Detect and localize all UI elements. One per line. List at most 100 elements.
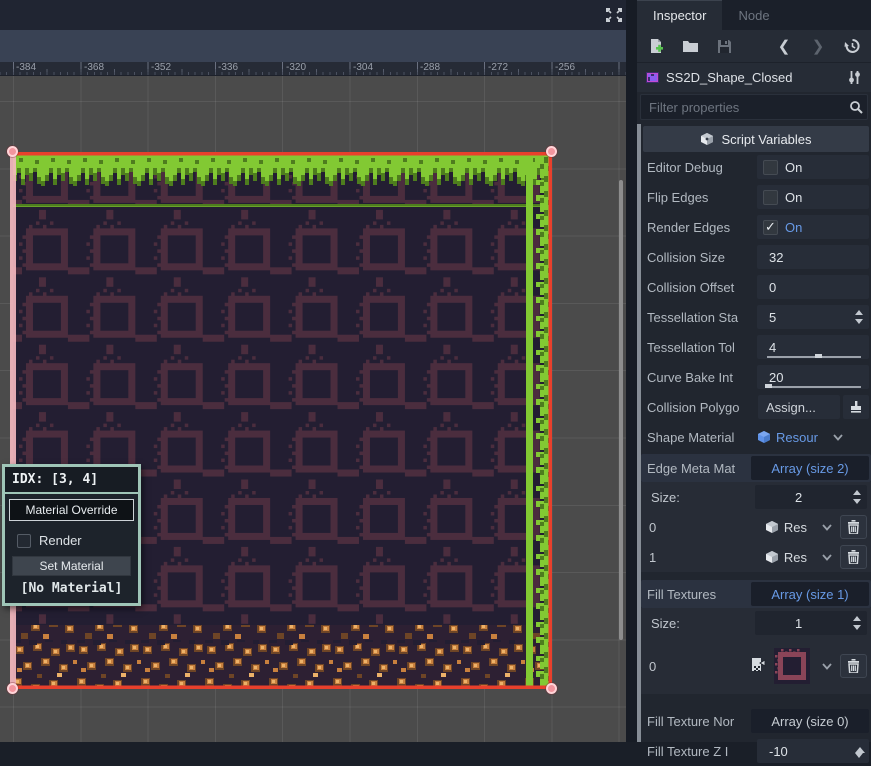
property-collision-polygon: Collision Polygo Assign... xyxy=(641,392,871,422)
chevron-down-icon[interactable] xyxy=(822,524,832,531)
ruler-tick-label: -368 xyxy=(84,62,104,73)
render-checkbox[interactable] xyxy=(17,534,31,548)
resource-cube-icon xyxy=(757,430,771,444)
property-fill-textures: Fill Textures Array (size 1) xyxy=(641,580,871,608)
shape-left-edge-line[interactable] xyxy=(10,152,16,689)
edge-meta-item-0: 0 Res xyxy=(641,512,871,542)
resource-cube-icon xyxy=(765,520,779,534)
viewport-vertical-scrollbar[interactable] xyxy=(619,180,623,640)
editor-debug-checkbox[interactable] xyxy=(763,160,778,175)
save-icon[interactable] xyxy=(715,37,733,55)
assign-button[interactable]: Assign... xyxy=(758,395,840,419)
edge-material-popup: IDX: [3, 4] Material Override Render Set… xyxy=(2,464,141,606)
tessellation-tolerance-field[interactable]: 4 xyxy=(757,335,869,359)
search-icon xyxy=(849,100,863,117)
property-fill-texture-normals: Fill Texture Nor Array (size 0) xyxy=(641,706,871,736)
viewport-canvas[interactable]: IDX: [3, 4] Material Override Render Set… xyxy=(0,76,626,742)
material-override-button[interactable]: Material Override xyxy=(9,499,134,521)
section-title: Script Variables xyxy=(721,132,811,147)
spinner-icon[interactable] xyxy=(852,615,862,631)
assign-node-picker-icon[interactable] xyxy=(843,395,869,419)
ruler-tick-label: -256 xyxy=(555,62,575,73)
slider-grabber[interactable] xyxy=(765,384,772,388)
ruler-tick-label: -352 xyxy=(151,62,171,73)
slider-track[interactable] xyxy=(767,386,861,388)
object-name: SS2D_Shape_Closed xyxy=(666,70,839,85)
render-edges-checkbox[interactable] xyxy=(763,220,778,235)
edit-image-icon[interactable] xyxy=(751,657,766,675)
load-folder-icon[interactable] xyxy=(681,37,699,55)
inspector-scrollbar[interactable] xyxy=(637,124,641,742)
edge-meta-item-1-resource[interactable]: Res xyxy=(765,550,832,565)
flip-edges-checkbox[interactable] xyxy=(763,190,778,205)
fill-texture-normals-array-button[interactable]: Array (size 0) xyxy=(751,709,869,733)
fill-textures-size-field[interactable]: 1 xyxy=(755,611,867,635)
ruler-tick-label: -320 xyxy=(286,62,306,73)
slider-track[interactable] xyxy=(767,356,861,358)
properties-list: Script Variables Editor Debug On Flip Ed… xyxy=(641,122,871,742)
tessellation-stages-field[interactable]: 5 xyxy=(757,305,869,329)
trash-icon xyxy=(847,659,860,673)
ruler-tick-label: -288 xyxy=(420,62,440,73)
spinner-up-icon[interactable] xyxy=(854,743,864,759)
chevron-down-icon[interactable] xyxy=(833,434,843,441)
slider-grabber[interactable] xyxy=(815,354,822,358)
fill-texture-preview[interactable] xyxy=(774,648,810,684)
expand-fullscreen-icon[interactable] xyxy=(605,7,623,23)
node-type-icon xyxy=(645,69,660,87)
section-script-variables[interactable]: Script Variables xyxy=(643,126,869,152)
tab-inspector[interactable]: Inspector xyxy=(637,0,722,30)
shape-tilemap xyxy=(13,152,552,689)
edge-meta-array-button[interactable]: Array (size 2) xyxy=(751,456,869,480)
delete-item-button[interactable] xyxy=(840,654,867,678)
edge-meta-item-0-resource[interactable]: Res xyxy=(765,520,832,535)
fill-texture-z-index-field[interactable]: -10 xyxy=(757,739,869,763)
chevron-down-icon[interactable] xyxy=(822,663,832,670)
property-tessellation-stages: Tessellation Sta 5 xyxy=(641,302,871,332)
object-history-icon[interactable] xyxy=(843,37,861,55)
property-editor-debug: Editor Debug On xyxy=(641,152,871,182)
property-fill-texture-z-index: Fill Texture Z I -10 xyxy=(641,736,871,766)
property-shape-material: Shape Material Resour xyxy=(641,422,871,452)
property-collision-size: Collision Size 32 xyxy=(641,242,871,272)
property-render-edges: Render Edges On xyxy=(641,212,871,242)
extra-tools-icon[interactable] xyxy=(845,69,863,87)
control-point-bottom-right[interactable] xyxy=(546,683,557,694)
control-point-top-left[interactable] xyxy=(7,146,18,157)
spinner-icon[interactable] xyxy=(854,309,864,325)
script-icon xyxy=(700,132,714,146)
shape-material-resource[interactable]: Resour xyxy=(757,425,869,449)
2d-viewport: -384 -368 -352 -336 -320 -304 -288 -272 … xyxy=(0,0,637,742)
fill-textures-array-button[interactable]: Array (size 1) xyxy=(751,582,869,606)
ruler-tick-label: -384 xyxy=(16,62,36,73)
ss2d-shape[interactable] xyxy=(13,152,552,689)
no-material-label: [No Material] xyxy=(5,578,138,596)
filter-row xyxy=(637,92,871,122)
new-resource-icon[interactable] xyxy=(647,37,665,55)
inspector-toolbar: ❮ ❯ xyxy=(637,30,871,62)
property-curve-bake-interval: Curve Bake Int 20 xyxy=(641,362,871,392)
collision-size-field[interactable]: 32 xyxy=(757,245,869,269)
resource-cube-icon xyxy=(765,550,779,564)
collision-offset-field[interactable]: 0 xyxy=(757,275,869,299)
history-back-icon[interactable]: ❮ xyxy=(775,37,793,55)
delete-item-button[interactable] xyxy=(840,515,867,539)
property-tessellation-tolerance: Tessellation Tol 4 xyxy=(641,332,871,362)
ruler-tick-label: -336 xyxy=(218,62,238,73)
control-point-top-right[interactable] xyxy=(546,146,557,157)
delete-item-button[interactable] xyxy=(840,545,867,569)
filter-properties-input[interactable] xyxy=(640,94,868,120)
history-forward-icon[interactable]: ❯ xyxy=(809,37,827,55)
trash-icon xyxy=(847,550,860,564)
edge-meta-item-1: 1 Res xyxy=(641,542,871,572)
set-material-button[interactable]: Set Material xyxy=(12,556,131,576)
chevron-down-icon[interactable] xyxy=(822,554,832,561)
curve-bake-interval-field[interactable]: 20 xyxy=(757,365,869,389)
horizontal-ruler: -384 -368 -352 -336 -320 -304 -288 -272 … xyxy=(0,62,626,76)
viewport-toolbar xyxy=(0,30,626,62)
control-point-bottom-left[interactable] xyxy=(7,683,18,694)
spinner-icon[interactable] xyxy=(852,489,862,505)
edge-meta-size-row: Size: 2 xyxy=(641,482,871,512)
tab-node[interactable]: Node xyxy=(722,0,785,30)
edge-meta-size-field[interactable]: 2 xyxy=(755,485,867,509)
